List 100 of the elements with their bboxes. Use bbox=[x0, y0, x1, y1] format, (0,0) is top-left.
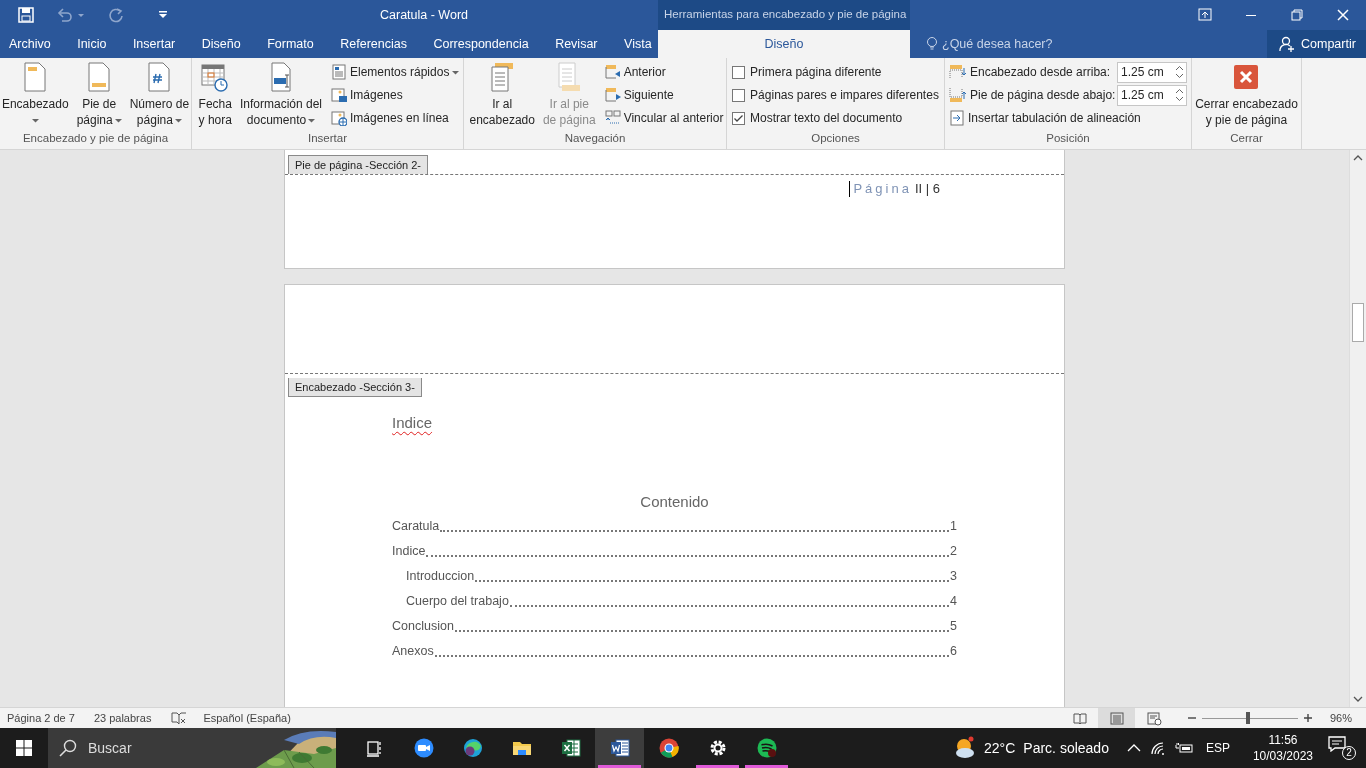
caret-icon bbox=[452, 69, 460, 75]
header-tag: Encabezado -Sección 3- bbox=[288, 378, 422, 397]
checkbox[interactable]: Mostrar texto del documento bbox=[732, 109, 939, 127]
weather-widget[interactable]: 22°C Parc. soleado bbox=[952, 728, 1127, 768]
ribbon-tab[interactable]: Inicio bbox=[69, 30, 115, 58]
header-position-icon bbox=[949, 64, 967, 80]
scroll-thumb[interactable] bbox=[1352, 303, 1364, 342]
spin-field[interactable]: 1.25 cm bbox=[1117, 84, 1187, 106]
toc-entry[interactable]: Caratula bbox=[392, 516, 440, 536]
ribbon-tab[interactable]: Correspondencia bbox=[425, 30, 537, 58]
date: 10/03/2023 bbox=[1252, 748, 1313, 764]
ribbon-tab[interactable]: Archivo bbox=[1, 30, 59, 58]
chevron-up-icon[interactable] bbox=[1126, 743, 1141, 753]
tab-alignment-icon bbox=[949, 110, 965, 126]
taskbar-search-field[interactable]: Buscar bbox=[88, 728, 254, 768]
toc-page-number: 1 bbox=[950, 517, 957, 535]
caret-icon bbox=[114, 117, 122, 123]
toc-entry[interactable]: Anexos bbox=[392, 641, 434, 661]
save-icon[interactable] bbox=[18, 7, 34, 23]
toc-page-number: 2 bbox=[950, 542, 957, 560]
ribbon-button[interactable]: Vincular al anterior bbox=[604, 109, 724, 127]
share-button[interactable]: Compartir bbox=[1267, 30, 1366, 58]
input-language[interactable]: ESP bbox=[1205, 739, 1230, 757]
vertical-scrollbar[interactable] bbox=[1349, 150, 1366, 707]
ribbon-tab[interactable]: Diseño bbox=[193, 30, 249, 58]
footer-tag: Pie de página -Sección 2- bbox=[288, 155, 428, 174]
customize-icon[interactable] bbox=[158, 10, 168, 20]
language[interactable]: Español (España) bbox=[203, 709, 1061, 727]
ribbon-button[interactable]: Imágenes bbox=[331, 86, 460, 104]
zoom-out-icon[interactable] bbox=[1188, 714, 1196, 722]
scroll-up-icon[interactable] bbox=[1353, 153, 1363, 163]
notifications-button[interactable]: 2 bbox=[1328, 736, 1356, 760]
toc-heading: Contenido bbox=[640, 492, 709, 510]
ribbon-tab[interactable]: Vista bbox=[616, 30, 660, 58]
ribbon-button[interactable]: Información del documento bbox=[236, 61, 325, 129]
checkbox-icon[interactable] bbox=[732, 65, 746, 79]
spreadsheet-app-icon bbox=[560, 738, 581, 758]
group-label: Navegación bbox=[563, 131, 627, 146]
footer-position-icon bbox=[949, 87, 967, 103]
field-label: Encabezado desde arriba: bbox=[970, 64, 1112, 81]
zoom-in-icon[interactable] bbox=[1304, 714, 1312, 722]
checkbox[interactable]: Páginas pares e impares diferentes bbox=[732, 86, 939, 104]
ribbon-button[interactable]: Anterior bbox=[604, 63, 724, 81]
ribbon-button[interactable]: Fecha y hora bbox=[195, 61, 235, 129]
next-icon bbox=[604, 87, 621, 103]
close-icon[interactable] bbox=[1335, 7, 1351, 23]
redo-icon[interactable] bbox=[108, 7, 124, 23]
window-title: Caratula - Word bbox=[379, 6, 469, 24]
toc-entry[interactable]: Indice bbox=[392, 541, 426, 561]
ribbon-button[interactable]: Pie de página bbox=[73, 61, 125, 129]
tell-me-field[interactable]: ¿Qué desea hacer? bbox=[942, 34, 1072, 54]
ribbon-tab[interactable]: Diseño bbox=[658, 30, 910, 58]
windows-start-icon[interactable] bbox=[16, 740, 32, 756]
restore-icon[interactable] bbox=[1289, 7, 1305, 23]
zoom-slider-thumb[interactable] bbox=[1246, 712, 1251, 724]
toc-entry[interactable]: Conclusion bbox=[392, 616, 454, 636]
group-label: Encabezado y pie de página bbox=[21, 131, 170, 146]
group-label: Posición bbox=[1045, 131, 1091, 146]
ribbon-button[interactable]: Imágenes en línea bbox=[331, 109, 460, 127]
scroll-down-icon[interactable] bbox=[1353, 694, 1363, 704]
ribbon-display-icon[interactable] bbox=[1197, 7, 1213, 23]
zoom-level[interactable]: 96% bbox=[1330, 709, 1366, 727]
page-count[interactable]: Página 2 de 7 bbox=[7, 709, 75, 727]
person-add-icon bbox=[1279, 36, 1295, 52]
ribbon-button[interactable]: Encabezado bbox=[0, 61, 72, 129]
ribbon-button[interactable]: Número de página bbox=[126, 61, 193, 129]
video-call-app-icon bbox=[413, 738, 434, 758]
spin-arrows-icon[interactable] bbox=[1175, 87, 1184, 102]
ribbon-button[interactable]: Cerrar encabezado y pie de página bbox=[1192, 61, 1301, 129]
caret-icon bbox=[31, 117, 39, 123]
ribbon-button[interactable]: Siguiente bbox=[604, 86, 724, 104]
checkbox-icon[interactable] bbox=[732, 111, 746, 125]
proofing-icon[interactable] bbox=[171, 711, 188, 725]
read-mode-icon bbox=[1071, 710, 1088, 726]
ribbon-tab[interactable]: Referencias bbox=[332, 30, 415, 58]
toc-page-number: 6 bbox=[950, 642, 957, 660]
checkbox-icon[interactable] bbox=[732, 88, 746, 102]
word-count[interactable]: 23 palabras bbox=[93, 709, 152, 727]
spin-arrows-icon[interactable] bbox=[1175, 64, 1184, 79]
toc-entry[interactable]: Introduccion bbox=[406, 566, 475, 586]
wifi-icon[interactable] bbox=[1149, 741, 1166, 755]
spin-field[interactable]: 1.25 cm bbox=[1117, 61, 1187, 83]
ribbon-button[interactable]: Ir al encabezado bbox=[466, 61, 538, 129]
clock[interactable]: 11:56 10/03/2023 bbox=[1252, 732, 1313, 764]
taskbar-app-button[interactable] bbox=[595, 728, 644, 768]
toc-entry[interactable]: Cuerpo del trabajo bbox=[406, 591, 509, 611]
page-number: II | 6 bbox=[914, 180, 940, 198]
ribbon-button[interactable]: Insertar tabulación de alineación bbox=[949, 109, 1187, 127]
undo-icon[interactable] bbox=[56, 7, 86, 23]
ribbon-tab[interactable]: Formato bbox=[259, 30, 322, 58]
battery-charging-icon[interactable] bbox=[1174, 741, 1193, 755]
caret-icon bbox=[174, 117, 182, 123]
toc-page-number: 4 bbox=[950, 592, 957, 610]
ribbon-tab[interactable]: Insertar bbox=[124, 30, 184, 58]
group-label: Opciones bbox=[810, 131, 861, 146]
checkbox[interactable]: Primera página diferente bbox=[732, 63, 939, 81]
quick-parts-icon bbox=[331, 64, 347, 80]
ribbon-tab[interactable]: Revisar bbox=[547, 30, 606, 58]
link-icon bbox=[604, 110, 621, 126]
ribbon-button[interactable]: Elementos rápidos bbox=[331, 63, 460, 81]
